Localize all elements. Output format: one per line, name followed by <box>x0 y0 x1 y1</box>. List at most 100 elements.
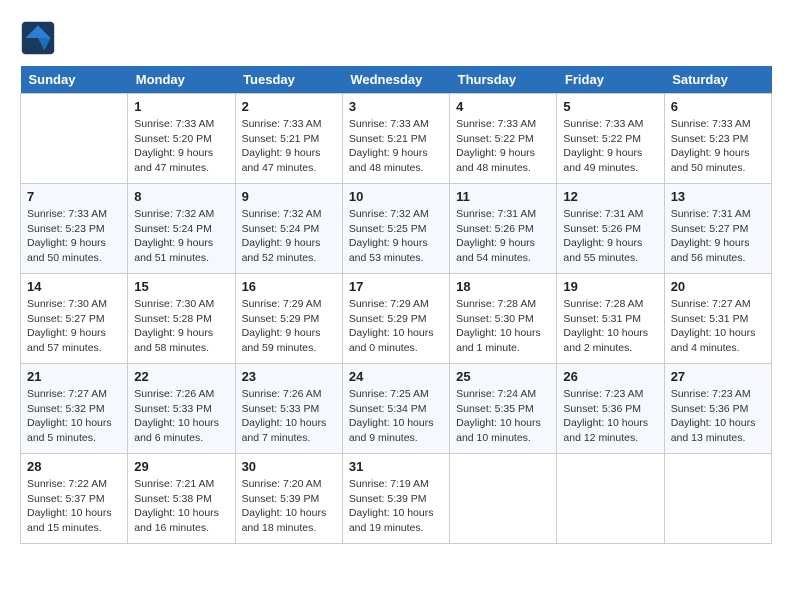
day-number: 5 <box>563 99 657 114</box>
day-info: Sunrise: 7:29 AM Sunset: 5:29 PM Dayligh… <box>349 297 443 356</box>
calendar-body: 1Sunrise: 7:33 AM Sunset: 5:20 PM Daylig… <box>21 94 772 544</box>
day-info: Sunrise: 7:21 AM Sunset: 5:38 PM Dayligh… <box>134 477 228 536</box>
calendar-week-row: 1Sunrise: 7:33 AM Sunset: 5:20 PM Daylig… <box>21 94 772 184</box>
calendar-cell: 26Sunrise: 7:23 AM Sunset: 5:36 PM Dayli… <box>557 364 664 454</box>
calendar-cell: 5Sunrise: 7:33 AM Sunset: 5:22 PM Daylig… <box>557 94 664 184</box>
weekday-header-tuesday: Tuesday <box>235 66 342 94</box>
day-number: 20 <box>671 279 765 294</box>
calendar-cell: 2 Sunrise: 7:33 AM Sunset: 5:21 PM Daylig… <box>235 94 342 184</box>
weekday-header-sunday: Sunday <box>21 66 128 94</box>
calendar-week-row: 28 Sunrise: 7:22 AM Sunset: 5:37 PM Dayli… <box>21 454 772 544</box>
day-number: 1 <box>134 99 228 114</box>
day-number: 2 <box>242 99 336 114</box>
day-number: 17 <box>349 279 443 294</box>
calendar-cell: 13 Sunrise: 7:31 AM Sunset: 5:27 PM Dayli… <box>664 184 771 274</box>
day-number: 9 <box>242 189 336 204</box>
calendar-cell: 30 Sunrise: 7:20 AM Sunset: 5:39 PM Dayli… <box>235 454 342 544</box>
calendar-cell <box>21 94 128 184</box>
calendar-cell: 9 Sunrise: 7:32 AM Sunset: 5:24 PM Daylig… <box>235 184 342 274</box>
day-info: Sunrise: 7:32 AM Sunset: 5:24 PM Dayligh… <box>242 207 336 266</box>
calendar-cell: 22Sunrise: 7:26 AM Sunset: 5:33 PM Dayli… <box>128 364 235 454</box>
day-number: 26 <box>563 369 657 384</box>
day-info: Sunrise: 7:22 AM Sunset: 5:37 PM Dayligh… <box>27 477 121 536</box>
day-number: 8 <box>134 189 228 204</box>
day-number: 28 <box>27 459 121 474</box>
day-info: Sunrise: 7:32 AM Sunset: 5:24 PM Dayligh… <box>134 207 228 266</box>
logo-icon <box>20 20 56 56</box>
calendar-cell: 8 Sunrise: 7:32 AM Sunset: 5:24 PM Daylig… <box>128 184 235 274</box>
calendar-cell: 15 Sunrise: 7:30 AM Sunset: 5:28 PM Dayli… <box>128 274 235 364</box>
calendar-cell: 7 Sunrise: 7:33 AM Sunset: 5:23 PM Daylig… <box>21 184 128 274</box>
day-info: Sunrise: 7:33 AM Sunset: 5:21 PM Dayligh… <box>242 117 336 176</box>
day-info: Sunrise: 7:23 AM Sunset: 5:36 PM Dayligh… <box>671 387 765 446</box>
day-info: Sunrise: 7:27 AM Sunset: 5:31 PM Dayligh… <box>671 297 765 356</box>
calendar-week-row: 21Sunrise: 7:27 AM Sunset: 5:32 PM Dayli… <box>21 364 772 454</box>
calendar-cell: 6 Sunrise: 7:33 AM Sunset: 5:23 PM Daylig… <box>664 94 771 184</box>
calendar-cell <box>557 454 664 544</box>
day-number: 7 <box>27 189 121 204</box>
weekday-header-row: SundayMondayTuesdayWednesdayThursdayFrid… <box>21 66 772 94</box>
calendar-cell: 25 Sunrise: 7:24 AM Sunset: 5:35 PM Dayli… <box>450 364 557 454</box>
day-info: Sunrise: 7:31 AM Sunset: 5:26 PM Dayligh… <box>456 207 550 266</box>
calendar-cell: 19Sunrise: 7:28 AM Sunset: 5:31 PM Dayli… <box>557 274 664 364</box>
day-info: Sunrise: 7:29 AM Sunset: 5:29 PM Dayligh… <box>242 297 336 356</box>
day-number: 30 <box>242 459 336 474</box>
calendar-week-row: 14 Sunrise: 7:30 AM Sunset: 5:27 PM Dayli… <box>21 274 772 364</box>
day-number: 23 <box>242 369 336 384</box>
calendar-cell: 24 Sunrise: 7:25 AM Sunset: 5:34 PM Dayli… <box>342 364 449 454</box>
calendar-cell: 1Sunrise: 7:33 AM Sunset: 5:20 PM Daylig… <box>128 94 235 184</box>
day-info: Sunrise: 7:24 AM Sunset: 5:35 PM Dayligh… <box>456 387 550 446</box>
day-number: 24 <box>349 369 443 384</box>
day-number: 15 <box>134 279 228 294</box>
day-info: Sunrise: 7:33 AM Sunset: 5:22 PM Dayligh… <box>456 117 550 176</box>
calendar-cell: 31 Sunrise: 7:19 AM Sunset: 5:39 PM Dayli… <box>342 454 449 544</box>
calendar-cell: 16Sunrise: 7:29 AM Sunset: 5:29 PM Dayli… <box>235 274 342 364</box>
day-number: 31 <box>349 459 443 474</box>
day-info: Sunrise: 7:26 AM Sunset: 5:33 PM Dayligh… <box>134 387 228 446</box>
day-info: Sunrise: 7:19 AM Sunset: 5:39 PM Dayligh… <box>349 477 443 536</box>
day-number: 13 <box>671 189 765 204</box>
calendar-cell <box>664 454 771 544</box>
weekday-header-monday: Monday <box>128 66 235 94</box>
day-number: 6 <box>671 99 765 114</box>
calendar-cell: 14 Sunrise: 7:30 AM Sunset: 5:27 PM Dayli… <box>21 274 128 364</box>
day-info: Sunrise: 7:31 AM Sunset: 5:27 PM Dayligh… <box>671 207 765 266</box>
day-number: 18 <box>456 279 550 294</box>
day-number: 12 <box>563 189 657 204</box>
day-number: 4 <box>456 99 550 114</box>
day-info: Sunrise: 7:25 AM Sunset: 5:34 PM Dayligh… <box>349 387 443 446</box>
day-info: Sunrise: 7:33 AM Sunset: 5:23 PM Dayligh… <box>671 117 765 176</box>
calendar-cell: 3 Sunrise: 7:33 AM Sunset: 5:21 PM Daylig… <box>342 94 449 184</box>
calendar-cell: 10Sunrise: 7:32 AM Sunset: 5:25 PM Dayli… <box>342 184 449 274</box>
weekday-header-friday: Friday <box>557 66 664 94</box>
day-number: 19 <box>563 279 657 294</box>
calendar-week-row: 7 Sunrise: 7:33 AM Sunset: 5:23 PM Daylig… <box>21 184 772 274</box>
calendar-cell: 12 Sunrise: 7:31 AM Sunset: 5:26 PM Dayli… <box>557 184 664 274</box>
day-info: Sunrise: 7:26 AM Sunset: 5:33 PM Dayligh… <box>242 387 336 446</box>
calendar-cell: 4 Sunrise: 7:33 AM Sunset: 5:22 PM Daylig… <box>450 94 557 184</box>
calendar-cell: 21Sunrise: 7:27 AM Sunset: 5:32 PM Dayli… <box>21 364 128 454</box>
day-number: 14 <box>27 279 121 294</box>
day-number: 3 <box>349 99 443 114</box>
weekday-header-thursday: Thursday <box>450 66 557 94</box>
calendar-cell: 11 Sunrise: 7:31 AM Sunset: 5:26 PM Dayli… <box>450 184 557 274</box>
calendar-cell: 20 Sunrise: 7:27 AM Sunset: 5:31 PM Dayli… <box>664 274 771 364</box>
calendar-cell: 29 Sunrise: 7:21 AM Sunset: 5:38 PM Dayli… <box>128 454 235 544</box>
weekday-header-saturday: Saturday <box>664 66 771 94</box>
calendar-cell: 28 Sunrise: 7:22 AM Sunset: 5:37 PM Dayli… <box>21 454 128 544</box>
day-number: 11 <box>456 189 550 204</box>
calendar-header: SundayMondayTuesdayWednesdayThursdayFrid… <box>21 66 772 94</box>
day-number: 25 <box>456 369 550 384</box>
header <box>20 20 772 56</box>
day-info: Sunrise: 7:20 AM Sunset: 5:39 PM Dayligh… <box>242 477 336 536</box>
day-info: Sunrise: 7:33 AM Sunset: 5:21 PM Dayligh… <box>349 117 443 176</box>
day-info: Sunrise: 7:33 AM Sunset: 5:23 PM Dayligh… <box>27 207 121 266</box>
day-info: Sunrise: 7:30 AM Sunset: 5:27 PM Dayligh… <box>27 297 121 356</box>
calendar-cell: 18Sunrise: 7:28 AM Sunset: 5:30 PM Dayli… <box>450 274 557 364</box>
calendar-cell: 17 Sunrise: 7:29 AM Sunset: 5:29 PM Dayli… <box>342 274 449 364</box>
day-number: 29 <box>134 459 228 474</box>
day-info: Sunrise: 7:31 AM Sunset: 5:26 PM Dayligh… <box>563 207 657 266</box>
day-info: Sunrise: 7:30 AM Sunset: 5:28 PM Dayligh… <box>134 297 228 356</box>
calendar-cell: 23 Sunrise: 7:26 AM Sunset: 5:33 PM Dayli… <box>235 364 342 454</box>
calendar-cell: 27Sunrise: 7:23 AM Sunset: 5:36 PM Dayli… <box>664 364 771 454</box>
